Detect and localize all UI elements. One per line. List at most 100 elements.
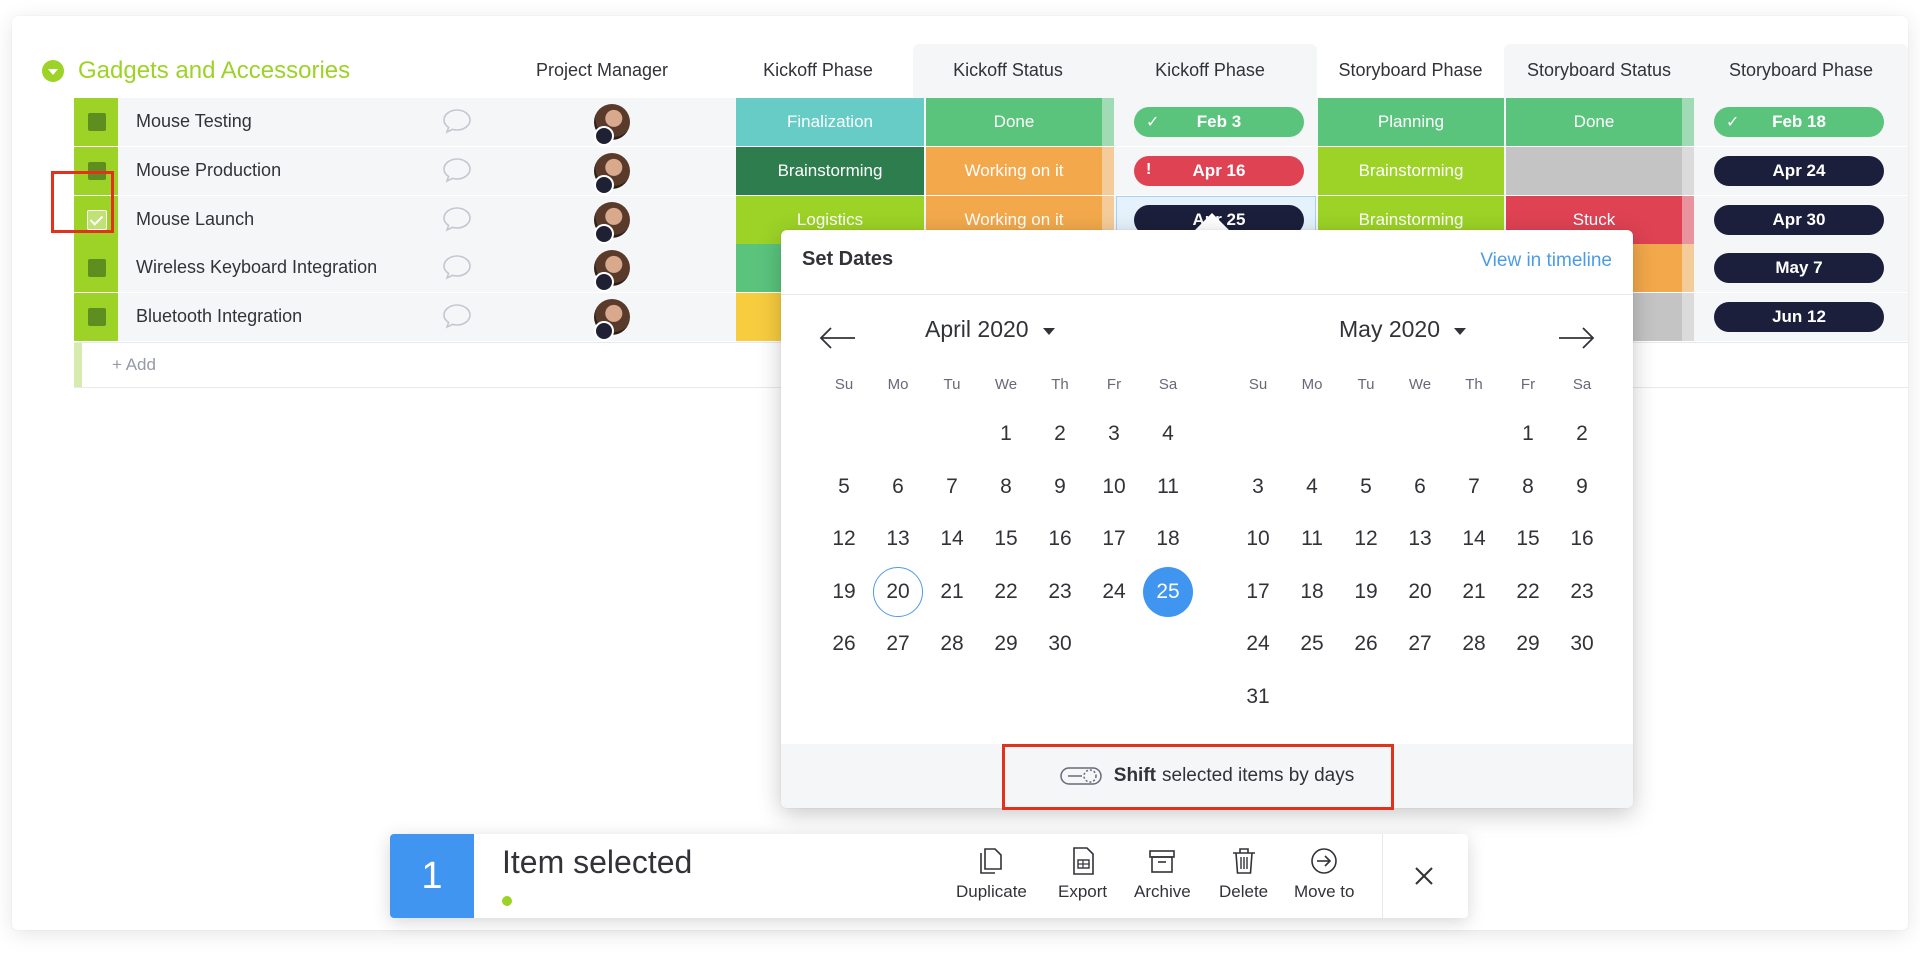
storyboard-date-pill[interactable]: Apr 30 <box>1714 205 1884 235</box>
calendar-day[interactable]: 21 <box>925 566 979 619</box>
view-in-timeline-link[interactable]: View in timeline <box>1480 250 1612 272</box>
calendar-day[interactable]: 18 <box>1141 513 1195 566</box>
calendar-day[interactable]: 12 <box>817 513 871 566</box>
storyboard-date-pill[interactable]: ✓ Feb 18 <box>1714 107 1884 137</box>
calendar-day[interactable]: 13 <box>1393 513 1447 566</box>
calendar-day[interactable]: 20 <box>871 566 925 619</box>
chat-bubble-icon[interactable] <box>442 303 472 329</box>
kickoff-status-cell[interactable]: Done <box>926 98 1102 146</box>
month-select-april[interactable]: April 2020 <box>925 316 1055 343</box>
calendar-day[interactable]: 2 <box>1555 408 1609 461</box>
calendar-day[interactable]: 30 <box>1555 618 1609 671</box>
storyboard-date-pill[interactable]: Jun 12 <box>1714 302 1884 332</box>
calendar-day[interactable]: 12 <box>1339 513 1393 566</box>
calendar-day[interactable]: 17 <box>1231 566 1285 619</box>
calendar-day[interactable]: 7 <box>925 461 979 514</box>
calendar-day[interactable]: 15 <box>1501 513 1555 566</box>
calendar-day[interactable]: 23 <box>1555 566 1609 619</box>
item-name[interactable]: Mouse Production <box>136 160 281 181</box>
add-item-label[interactable]: + Add <box>112 355 156 375</box>
calendar-day[interactable]: 26 <box>1339 618 1393 671</box>
owner-cell[interactable] <box>494 244 734 292</box>
calendar-day[interactable]: 17 <box>1087 513 1141 566</box>
kickoff-date-pill[interactable]: ! Apr 16 <box>1134 156 1304 186</box>
calendar-day[interactable]: 9 <box>1033 461 1087 514</box>
calendar-day[interactable]: 20 <box>1393 566 1447 619</box>
calendar-day[interactable]: 25 <box>1285 618 1339 671</box>
storyboard-date-pill[interactable]: May 7 <box>1714 253 1884 283</box>
calendar-day[interactable]: 19 <box>1339 566 1393 619</box>
item-name[interactable]: Mouse Launch <box>136 209 254 230</box>
calendar-day[interactable]: 19 <box>817 566 871 619</box>
calendar-day[interactable]: 11 <box>1141 461 1195 514</box>
calendar-day[interactable]: 13 <box>871 513 925 566</box>
calendar-day[interactable]: 3 <box>1087 408 1141 461</box>
owner-cell[interactable] <box>494 98 734 146</box>
group-title[interactable]: Gadgets and Accessories <box>78 57 350 85</box>
calendar-day[interactable]: 26 <box>817 618 871 671</box>
kickoff-status-cell[interactable]: Working on it <box>926 147 1102 195</box>
column-header-storyboard-date[interactable]: Storyboard Phase <box>1694 60 1908 84</box>
item-name[interactable]: Wireless Keyboard Integration <box>136 257 377 278</box>
column-header-kickoff-status[interactable]: Kickoff Status <box>913 60 1103 84</box>
calendar-day[interactable]: 5 <box>1339 461 1393 514</box>
table-row[interactable]: Mouse Production Brainstorming Working on … <box>74 147 1908 195</box>
close-icon[interactable] <box>1406 858 1442 894</box>
calendar-day[interactable]: 23 <box>1033 566 1087 619</box>
chat-bubble-icon[interactable] <box>442 157 472 183</box>
export-button[interactable]: Export <box>1058 846 1107 910</box>
storyboard-date-pill[interactable]: Apr 24 <box>1714 156 1884 186</box>
storyboard-phase-cell[interactable]: Planning <box>1318 98 1504 146</box>
calendar-day[interactable]: 28 <box>925 618 979 671</box>
kickoff-phase-cell[interactable]: Brainstorming <box>736 147 924 195</box>
calendar-day[interactable]: 24 <box>1231 618 1285 671</box>
calendar-day[interactable]: 24 <box>1087 566 1141 619</box>
calendar-day[interactable]: 14 <box>1447 513 1501 566</box>
calendar-day[interactable]: 22 <box>979 566 1033 619</box>
calendar-day[interactable]: 31 <box>1231 671 1285 724</box>
chat-bubble-icon[interactable] <box>442 108 472 134</box>
collapse-group-icon[interactable] <box>42 60 64 82</box>
calendar-day[interactable]: 27 <box>871 618 925 671</box>
calendar-day[interactable]: 29 <box>979 618 1033 671</box>
calendar-day[interactable]: 25 <box>1141 566 1195 619</box>
calendar-day[interactable]: 6 <box>871 461 925 514</box>
calendar-day[interactable]: 15 <box>979 513 1033 566</box>
archive-button[interactable]: Archive <box>1134 846 1191 910</box>
storyboard-phase-cell[interactable]: Brainstorming <box>1318 147 1504 195</box>
column-header-storyboard-phase[interactable]: Storyboard Phase <box>1317 60 1504 84</box>
calendar-day[interactable]: 1 <box>1501 408 1555 461</box>
row-checkbox[interactable] <box>88 113 106 131</box>
calendar-day[interactable]: 16 <box>1033 513 1087 566</box>
delete-button[interactable]: Delete <box>1219 846 1268 910</box>
calendar-day[interactable]: 5 <box>817 461 871 514</box>
calendar-day[interactable]: 11 <box>1285 513 1339 566</box>
kickoff-phase-cell[interactable]: Finalization <box>736 98 924 146</box>
column-header-storyboard-status[interactable]: Storyboard Status <box>1504 60 1694 84</box>
table-row[interactable]: Mouse Testing Finalization Done ✓ Feb 3 Plann… <box>74 98 1908 146</box>
chat-bubble-icon[interactable] <box>442 254 472 280</box>
calendar-day[interactable]: 22 <box>1501 566 1555 619</box>
previous-month-arrow-icon[interactable] <box>817 318 857 358</box>
calendar-day[interactable]: 16 <box>1555 513 1609 566</box>
row-checkbox[interactable] <box>88 308 106 326</box>
calendar-day[interactable]: 28 <box>1447 618 1501 671</box>
calendar-day[interactable]: 8 <box>1501 461 1555 514</box>
calendar-day[interactable]: 14 <box>925 513 979 566</box>
calendar-day[interactable]: 7 <box>1447 461 1501 514</box>
owner-cell[interactable] <box>494 196 734 244</box>
month-select-may[interactable]: May 2020 <box>1339 316 1467 343</box>
calendar-day[interactable]: 10 <box>1231 513 1285 566</box>
storyboard-status-cell[interactable]: Done <box>1506 98 1682 146</box>
column-header-kickoff-date[interactable]: Kickoff Phase <box>1103 60 1317 84</box>
next-month-arrow-icon[interactable] <box>1557 318 1597 358</box>
calendar-day[interactable]: 4 <box>1141 408 1195 461</box>
calendar-day[interactable]: 30 <box>1033 618 1087 671</box>
calendar-day[interactable]: 1 <box>979 408 1033 461</box>
column-header-project-manager[interactable]: Project Manager <box>482 60 722 84</box>
owner-cell[interactable] <box>494 147 734 195</box>
calendar-day[interactable]: 2 <box>1033 408 1087 461</box>
owner-cell[interactable] <box>494 293 734 341</box>
calendar-day[interactable]: 18 <box>1285 566 1339 619</box>
calendar-day[interactable]: 4 <box>1285 461 1339 514</box>
